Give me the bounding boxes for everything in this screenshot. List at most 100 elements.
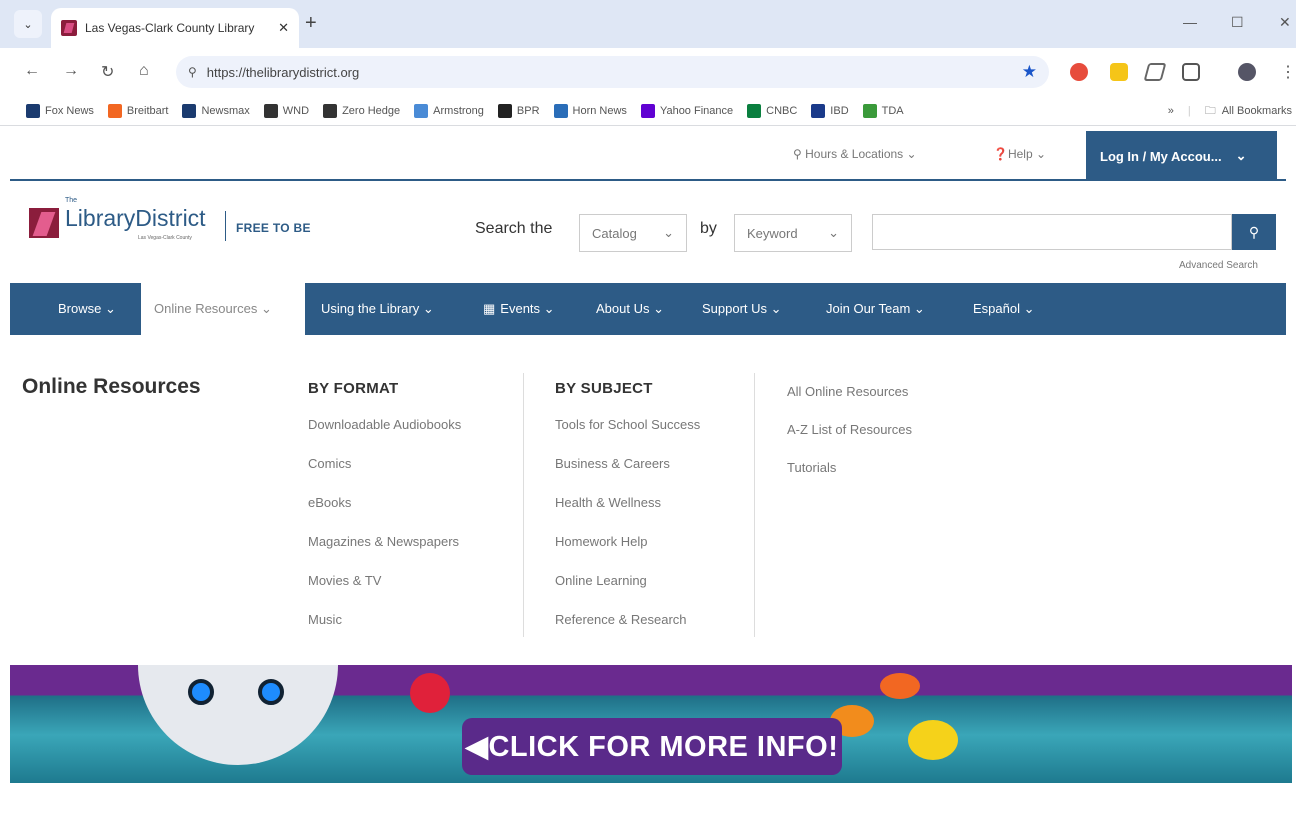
- bookmark-item[interactable]: Yahoo Finance: [640, 103, 734, 118]
- promo-banner[interactable]: ◀CLICK FOR MORE INFO!: [10, 665, 1292, 783]
- nav-browse[interactable]: Browse ⌄: [58, 283, 116, 335]
- minimize-icon[interactable]: —: [1183, 14, 1197, 30]
- logo-name[interactable]: LibraryDistrict: [65, 205, 206, 232]
- menu-link-business-careers[interactable]: Business & Careers: [555, 456, 670, 471]
- nav-about-us[interactable]: About Us ⌄: [596, 283, 664, 335]
- menu-link-movies-tv[interactable]: Movies & TV: [308, 573, 381, 588]
- bookmark-label: Armstrong: [433, 104, 484, 117]
- menu-link-online-learning[interactable]: Online Learning: [555, 573, 647, 588]
- bookmark-favicon-icon: [323, 103, 338, 118]
- address-bar[interactable]: ⚲ https://thelibrarydistrict.org ★: [176, 56, 1049, 88]
- chevron-down-icon: ⌄: [828, 225, 839, 240]
- search-input[interactable]: [872, 214, 1232, 250]
- bookmark-item[interactable]: Armstrong: [414, 103, 484, 118]
- robot-eye: [258, 679, 284, 705]
- menu-link-magazines[interactable]: Magazines & Newspapers: [308, 534, 459, 549]
- browser-menu-icon[interactable]: ⋮: [1280, 62, 1296, 82]
- browser-tab[interactable]: Las Vegas-Clark County Library ✕: [51, 8, 299, 48]
- column-divider: [523, 373, 524, 637]
- bookmark-favicon-icon: [747, 103, 762, 118]
- menu-link-school-success[interactable]: Tools for School Success: [555, 417, 700, 432]
- nav-join-our-team[interactable]: Join Our Team ⌄: [826, 283, 925, 335]
- bookmark-favicon-icon: [26, 103, 40, 118]
- extension-yellow-icon[interactable]: [1110, 63, 1128, 81]
- maximize-icon[interactable]: ☐: [1231, 14, 1244, 31]
- site-info-icon[interactable]: ⚲: [188, 65, 197, 79]
- search-button[interactable]: ⚲: [1232, 214, 1276, 250]
- bookmark-item[interactable]: IBD: [811, 103, 849, 118]
- bookmark-label: BPR: [516, 104, 540, 117]
- bookmark-label: Yahoo Finance: [659, 104, 734, 117]
- bookmark-item[interactable]: BPR: [497, 103, 540, 118]
- by-subject-heading: BY SUBJECT: [555, 380, 653, 397]
- robot-illustration: [138, 665, 338, 765]
- folder-icon: 🗀: [1204, 104, 1216, 117]
- click-for-more-info-button[interactable]: ◀CLICK FOR MORE INFO!: [462, 718, 842, 775]
- bookmark-label: IBD: [830, 104, 849, 117]
- bookmarks-right: » | 🗀 All Bookmarks: [1168, 96, 1296, 126]
- bookmark-favicon-icon: [107, 103, 122, 118]
- browser-tabstrip: ⌄ Las Vegas-Clark County Library ✕ + — ☐…: [0, 0, 1296, 48]
- nav-support-us[interactable]: Support Us ⌄: [702, 283, 782, 335]
- by-label: by: [700, 220, 717, 237]
- bookmark-item[interactable]: Fox News: [26, 103, 94, 118]
- extensions-puzzle-icon[interactable]: [1182, 63, 1200, 81]
- bookmark-favicon-icon: [182, 103, 197, 118]
- bookmark-item[interactable]: Newsmax: [182, 103, 250, 118]
- catalog-select[interactable]: Catalog ⌄: [579, 214, 687, 252]
- bookmark-item[interactable]: Breitbart: [107, 103, 168, 118]
- extension-shield-icon[interactable]: [1070, 63, 1088, 81]
- keyword-select[interactable]: Keyword ⌄: [734, 214, 852, 252]
- menu-link-a-z-list[interactable]: A-Z List of Resources: [787, 422, 912, 437]
- menu-link-music[interactable]: Music: [308, 612, 342, 627]
- menu-link-all-online-resources[interactable]: All Online Resources: [787, 384, 908, 399]
- more-bookmarks-icon[interactable]: »: [1168, 105, 1174, 117]
- window-close-icon[interactable]: ✕: [1279, 14, 1291, 31]
- bookmark-favicon-icon: [811, 103, 826, 118]
- nav-espanol[interactable]: Español ⌄: [973, 283, 1034, 335]
- reload-icon[interactable]: ↻: [101, 62, 114, 82]
- search-icon: ⚲: [1248, 223, 1260, 240]
- menu-link-tutorials[interactable]: Tutorials: [787, 460, 836, 475]
- profile-avatar[interactable]: [1238, 63, 1256, 81]
- bookmark-item[interactable]: Zero Hedge: [323, 103, 401, 118]
- bookmark-favicon-icon: [497, 103, 512, 118]
- hours-locations-link[interactable]: ⚲ Hours & Locations ⌄: [793, 147, 917, 161]
- menu-link-ebooks[interactable]: eBooks: [308, 495, 351, 510]
- all-bookmarks-link[interactable]: All Bookmarks: [1222, 105, 1292, 117]
- menu-link-health-wellness[interactable]: Health & Wellness: [555, 495, 661, 510]
- new-tab-icon[interactable]: +: [305, 12, 317, 35]
- advanced-search-link[interactable]: Advanced Search: [1179, 260, 1258, 271]
- map-marker-icon: ⚲: [793, 147, 806, 161]
- menu-link-audiobooks[interactable]: Downloadable Audiobooks: [308, 417, 461, 432]
- fish-illustration: [908, 720, 958, 760]
- bookmark-star-icon[interactable]: ★: [1022, 62, 1037, 82]
- url-text[interactable]: https://thelibrarydistrict.org: [207, 65, 1022, 80]
- bookmark-item[interactable]: CNBC: [747, 103, 797, 118]
- bookmark-label: Zero Hedge: [342, 104, 401, 117]
- logo-subtitle: Las Vegas-Clark County: [138, 235, 192, 241]
- bookmark-favicon-icon: [862, 103, 877, 118]
- bookmark-item[interactable]: WND: [263, 103, 309, 118]
- mega-menu-title: Online Resources: [22, 375, 201, 398]
- bookmark-item[interactable]: Horn News: [553, 103, 627, 118]
- menu-link-homework-help[interactable]: Homework Help: [555, 534, 647, 549]
- online-resources-menu: Online Resources BY FORMAT Downloadable …: [10, 335, 1286, 665]
- nav-events[interactable]: ▦ Events ⌄: [483, 283, 555, 335]
- home-icon[interactable]: ⌂: [139, 62, 149, 80]
- library-logo-icon[interactable]: [29, 208, 59, 238]
- back-icon[interactable]: ←: [24, 62, 40, 80]
- library-favicon-icon: [61, 20, 77, 36]
- menu-link-reference-research[interactable]: Reference & Research: [555, 612, 687, 627]
- nav-using-library[interactable]: Using the Library ⌄: [321, 283, 434, 335]
- close-icon[interactable]: ✕: [278, 20, 289, 36]
- help-link[interactable]: ❓Help ⌄: [993, 147, 1046, 161]
- menu-link-comics[interactable]: Comics: [308, 456, 351, 471]
- nav-online-resources[interactable]: Online Resources ⌄: [141, 283, 305, 335]
- chevron-down-icon: ⌄: [663, 225, 674, 240]
- forward-icon[interactable]: →: [63, 62, 79, 80]
- logo-small-text: The: [65, 197, 78, 204]
- bookmark-item[interactable]: TDA: [862, 103, 904, 118]
- login-button[interactable]: Log In / My Accou... ⌄: [1086, 131, 1277, 181]
- tab-search-button[interactable]: ⌄: [14, 10, 42, 38]
